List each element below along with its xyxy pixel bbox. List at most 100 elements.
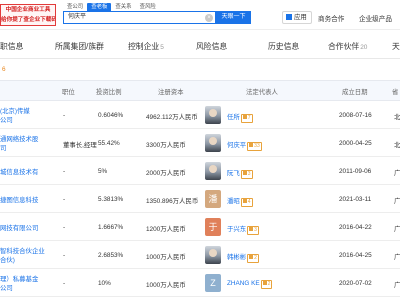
- tab-more[interactable]: 天: [392, 41, 400, 52]
- app-button-label: 应用: [294, 14, 307, 21]
- avatar[interactable]: Z: [205, 274, 221, 292]
- tab-controlled-companies[interactable]: 控制企业5: [128, 41, 164, 52]
- company-icon: [249, 227, 254, 231]
- ratio-cell: 0.6046%: [98, 112, 124, 119]
- ratio-cell: 10%: [98, 280, 111, 287]
- legal-rep-name: ZHANG KE: [227, 280, 260, 287]
- position-cell: -: [63, 280, 66, 287]
- date-cell: 2000-04-25: [339, 140, 372, 147]
- table-row[interactable]: 城信息技术有 - 5% 2000万人民币 阮飞 3 2011-09-06 广: [0, 158, 400, 185]
- search-button[interactable]: 天眼一下: [216, 11, 251, 24]
- table-row[interactable]: 理）私募基金 公司 - 10% 1000万人民币 Z ZHANG KE 2 2020…: [0, 270, 400, 297]
- related-count-badge: 2: [247, 254, 259, 263]
- top-header: 中国企业商业工具 给你提了查企业下载码 查公司 查老板 查关系 查风险 何庆平 …: [0, 0, 400, 30]
- company-name-line-2: 司: [0, 145, 7, 152]
- legal-rep-name: 何庆平: [227, 142, 247, 149]
- position-cell: 董事长,经理: [63, 142, 97, 149]
- badge-count: 2: [254, 255, 257, 261]
- tab-label: 风险信息: [196, 42, 228, 51]
- col-ratio: 投资比例: [96, 89, 122, 96]
- legal-rep-link[interactable]: 于兴东 3: [227, 224, 259, 235]
- col-position: 职位: [62, 89, 75, 96]
- related-count-badge: 2: [260, 280, 273, 289]
- logo[interactable]: 中国企业商业工具 给你提了查企业下载码: [0, 4, 56, 26]
- business-cooperation-link[interactable]: 商务合作: [318, 13, 344, 23]
- company-name-link[interactable]: 智科技合伙企业 合伙): [0, 247, 45, 265]
- legal-rep-name: 任所: [227, 114, 240, 121]
- table-row[interactable]: 智科技合伙企业 合伙) - 2.6853% 1000万人民币 韩彬彬 2 2016-…: [0, 242, 400, 269]
- related-count-badge: 3: [240, 170, 253, 179]
- avatar[interactable]: [205, 246, 221, 264]
- category-nav: 职信息 所属集团/族群 控制企业5 风险信息 历史信息 合作伙伴20 天: [0, 30, 400, 59]
- grid-icon: [286, 14, 292, 20]
- table-row[interactable]: 通网络技术股司 董事长,经理 55.42% 3300万人民币 何庆平 33 200…: [0, 130, 400, 157]
- company-name-link[interactable]: 捷图信息科技: [0, 196, 38, 205]
- logo-line-1: 中国企业商业工具: [5, 7, 51, 13]
- table-header: 职位 投资比例 注册资本 法定代表人 成立日期 省: [0, 80, 400, 101]
- related-count-badge: 4: [240, 198, 253, 207]
- company-name-link[interactable]: 理）私募基金 公司: [0, 275, 38, 293]
- company-name-link[interactable]: 网技有限公司: [0, 224, 38, 233]
- col-legal-rep: 法定代表人: [246, 89, 278, 96]
- avatar[interactable]: [205, 162, 221, 180]
- legal-rep-link[interactable]: 何庆平 33: [227, 140, 262, 151]
- company-name-line-2: 公司: [0, 117, 13, 124]
- clear-icon[interactable]: ×: [205, 14, 213, 22]
- table-row[interactable]: 捷图信息科技 - 5.3813% 1350.896万人民币 潘 潘昭 4 2021…: [0, 186, 400, 213]
- search-query: 何庆平: [68, 14, 87, 20]
- legal-rep-link[interactable]: 阮飞 3: [227, 168, 253, 179]
- col-province: 省: [392, 89, 399, 96]
- legal-rep-link[interactable]: ZHANG KE 2: [227, 280, 273, 289]
- province-cell: 广: [394, 282, 400, 289]
- company-name-line-1: 捷图信息科技: [0, 197, 39, 204]
- company-name-line-2: 公司: [0, 285, 13, 292]
- tab-group[interactable]: 所属集团/族群: [55, 41, 104, 52]
- position-cell: -: [63, 224, 66, 231]
- date-cell: 2011-09-06: [339, 168, 372, 175]
- tab-label: 职信息: [0, 42, 24, 51]
- ratio-cell: 55.42%: [98, 140, 120, 147]
- capital-cell: 4962.112万人民币: [146, 114, 198, 121]
- tab-position-info[interactable]: 职信息: [0, 41, 23, 52]
- tab-history[interactable]: 历史信息: [268, 41, 299, 52]
- badge-count: 3: [254, 227, 257, 233]
- table-row[interactable]: (北京)传媒 公司 - 0.6046% 4962.112万人民币 任所 7 2008…: [0, 102, 400, 129]
- table-row[interactable]: 网技有限公司 - 1.6667% 1200万人民币 于 于兴东 3 2016-04…: [0, 214, 400, 241]
- legal-rep-link[interactable]: 任所 7: [227, 112, 253, 123]
- ratio-cell: 2.6853%: [98, 252, 124, 259]
- position-cell: -: [63, 196, 66, 203]
- province-cell: 北: [394, 114, 400, 121]
- capital-cell: 1000万人民币: [146, 254, 186, 261]
- company-icon: [242, 199, 247, 203]
- date-cell: 2020-07-02: [339, 280, 372, 287]
- legal-rep-link[interactable]: 潘昭 4: [227, 196, 253, 207]
- legal-rep-name: 阮飞: [227, 170, 240, 177]
- ratio-cell: 5%: [98, 168, 108, 175]
- list-count: 6: [2, 66, 6, 73]
- app-button[interactable]: 应用: [282, 11, 312, 24]
- legal-rep-link[interactable]: 韩彬彬 2: [227, 252, 259, 263]
- avatar[interactable]: [205, 134, 221, 152]
- badge-count: 3: [247, 171, 251, 177]
- date-cell: 2008-07-16: [339, 112, 372, 119]
- enterprise-products-link[interactable]: 企业级产品: [359, 13, 392, 23]
- ratio-cell: 1.6667%: [98, 224, 124, 231]
- company-name-link[interactable]: 通网络技术股司: [0, 135, 38, 153]
- ratio-cell: 5.3813%: [98, 196, 124, 203]
- company-name-link[interactable]: 城信息技术有: [0, 168, 38, 177]
- company-name-link[interactable]: (北京)传媒 公司: [0, 107, 30, 125]
- province-cell: 广: [394, 254, 400, 261]
- tab-label: 控制企业: [128, 42, 160, 51]
- related-count-badge: 33: [247, 142, 262, 151]
- search-input[interactable]: 何庆平 ×: [63, 11, 216, 24]
- province-cell: 北: [394, 142, 400, 149]
- avatar[interactable]: 潘: [205, 190, 221, 208]
- tab-partners[interactable]: 合作伙伴20: [328, 41, 367, 52]
- tab-risk-info[interactable]: 风险信息: [196, 41, 227, 52]
- company-icon: [249, 143, 254, 147]
- tab-label: 历史信息: [268, 42, 300, 51]
- avatar[interactable]: [205, 106, 221, 124]
- avatar[interactable]: 于: [205, 218, 221, 236]
- capital-cell: 1000万人民币: [146, 282, 186, 289]
- company-icon: [242, 115, 247, 119]
